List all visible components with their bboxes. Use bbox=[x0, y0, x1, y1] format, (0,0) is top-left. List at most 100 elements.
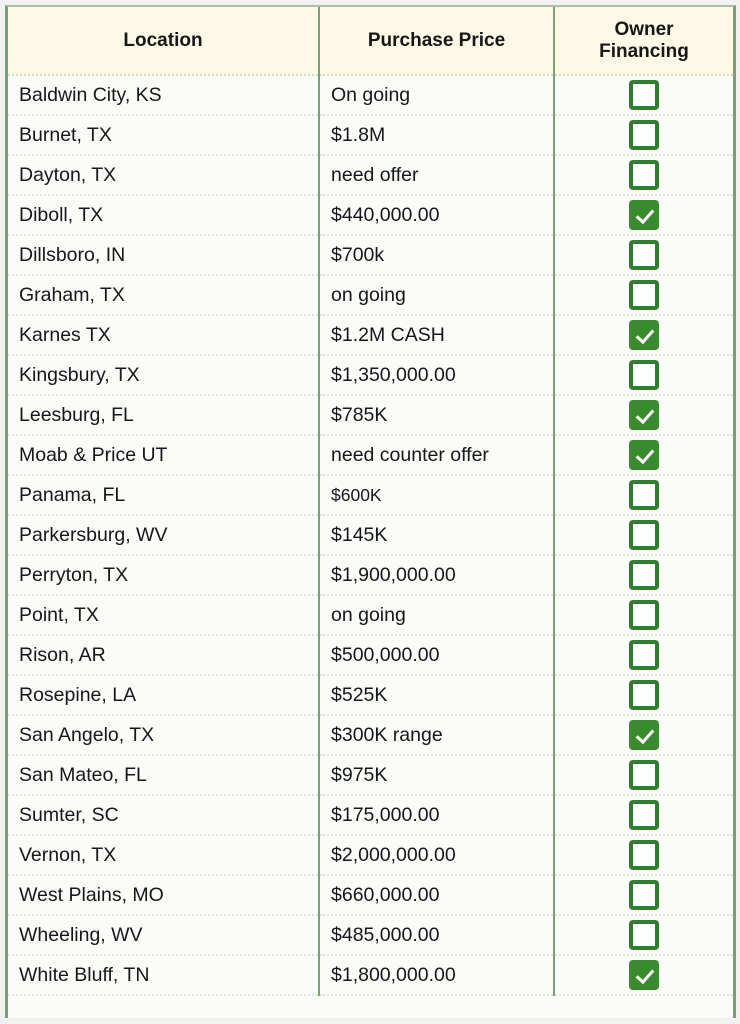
header-row: Location Purchase Price Owner Financing bbox=[8, 7, 733, 76]
checkbox-unchecked-icon[interactable] bbox=[629, 680, 659, 710]
cell-location: Kingsbury, TX bbox=[8, 355, 320, 396]
table-row: Point, TX on going bbox=[8, 595, 733, 636]
cell-purchase-price: $1,350,000.00 bbox=[319, 355, 555, 396]
cell-purchase-price: on going bbox=[319, 595, 555, 636]
cell-purchase-price: $1,800,000.00 bbox=[319, 955, 555, 996]
table-row: Graham, TX on going bbox=[8, 275, 733, 316]
cell-owner-financing bbox=[554, 915, 733, 956]
checkbox-checked-icon[interactable] bbox=[629, 440, 659, 470]
cell-purchase-price: $700k bbox=[319, 235, 555, 276]
cell-owner-financing bbox=[554, 315, 733, 356]
cell-owner-financing bbox=[554, 435, 733, 476]
table-row: Diboll, TX $440,000.00 bbox=[8, 195, 733, 236]
table-row: Karnes TX $1.2M CASH bbox=[8, 315, 733, 356]
table-body: Baldwin City, KS On going Burnet, TX $1.8M D… bbox=[8, 75, 733, 996]
checkbox-unchecked-icon[interactable] bbox=[629, 760, 659, 790]
cell-purchase-price: $145K bbox=[319, 515, 555, 556]
cell-owner-financing bbox=[554, 875, 733, 916]
table-row: San Mateo, FL $975K bbox=[8, 755, 733, 796]
table-row: White Bluff, TN $1,800,000.00 bbox=[8, 955, 733, 996]
checkbox-checked-icon[interactable] bbox=[629, 320, 659, 350]
cell-location: Dillsboro, IN bbox=[8, 235, 320, 276]
cell-location: Moab & Price UT bbox=[8, 435, 320, 476]
cell-location: Leesburg, FL bbox=[8, 395, 320, 436]
cell-owner-financing bbox=[554, 715, 733, 756]
cell-owner-financing bbox=[554, 595, 733, 636]
cell-location: Panama, FL bbox=[8, 475, 320, 516]
cell-purchase-price: $300K range bbox=[319, 715, 555, 756]
cell-location: Point, TX bbox=[8, 595, 320, 636]
table-row: Parkersburg, WV $145K bbox=[8, 515, 733, 556]
cell-owner-financing bbox=[554, 755, 733, 796]
cell-owner-financing bbox=[554, 795, 733, 836]
table-row: West Plains, MO $660,000.00 bbox=[8, 875, 733, 916]
table-row: Rosepine, LA $525K bbox=[8, 675, 733, 716]
cell-purchase-price: on going bbox=[319, 275, 555, 316]
cell-owner-financing bbox=[554, 395, 733, 436]
cell-location: Perryton, TX bbox=[8, 555, 320, 596]
checkbox-checked-icon[interactable] bbox=[629, 400, 659, 430]
checkbox-unchecked-icon[interactable] bbox=[629, 920, 659, 950]
cell-location: Graham, TX bbox=[8, 275, 320, 316]
checkbox-checked-icon[interactable] bbox=[629, 200, 659, 230]
property-table-container: Location Purchase Price Owner Financing … bbox=[5, 5, 736, 1018]
table-row: San Angelo, TX $300K range bbox=[8, 715, 733, 756]
cell-owner-financing bbox=[554, 195, 733, 236]
cell-location: Diboll, TX bbox=[8, 195, 320, 236]
cell-owner-financing bbox=[554, 155, 733, 196]
cell-purchase-price: $1,900,000.00 bbox=[319, 555, 555, 596]
cell-purchase-price: $660,000.00 bbox=[319, 875, 555, 916]
checkbox-unchecked-icon[interactable] bbox=[629, 800, 659, 830]
cell-purchase-price: $785K bbox=[319, 395, 555, 436]
cell-purchase-price: $440,000.00 bbox=[319, 195, 555, 236]
cell-location: Wheeling, WV bbox=[8, 915, 320, 956]
checkbox-checked-icon[interactable] bbox=[629, 720, 659, 750]
cell-location: Rison, AR bbox=[8, 635, 320, 676]
checkbox-unchecked-icon[interactable] bbox=[629, 520, 659, 550]
table-row: Dillsboro, IN $700k bbox=[8, 235, 733, 276]
checkbox-unchecked-icon[interactable] bbox=[629, 560, 659, 590]
checkbox-unchecked-icon[interactable] bbox=[629, 240, 659, 270]
cell-purchase-price: $975K bbox=[319, 755, 555, 796]
checkbox-unchecked-icon[interactable] bbox=[629, 120, 659, 150]
cell-owner-financing bbox=[554, 75, 733, 116]
cell-owner-financing bbox=[554, 475, 733, 516]
property-table: Location Purchase Price Owner Financing … bbox=[8, 7, 733, 996]
cell-purchase-price: $1.2M CASH bbox=[319, 315, 555, 356]
cell-purchase-price: $485,000.00 bbox=[319, 915, 555, 956]
table-row: Kingsbury, TX $1,350,000.00 bbox=[8, 355, 733, 396]
table-row: Rison, AR $500,000.00 bbox=[8, 635, 733, 676]
table-row: Panama, FL $600K bbox=[8, 475, 733, 516]
cell-location: Baldwin City, KS bbox=[8, 75, 320, 116]
cell-purchase-price: $500,000.00 bbox=[319, 635, 555, 676]
cell-location: Vernon, TX bbox=[8, 835, 320, 876]
checkbox-unchecked-icon[interactable] bbox=[629, 600, 659, 630]
cell-purchase-price: need counter offer bbox=[319, 435, 555, 476]
checkbox-unchecked-icon[interactable] bbox=[629, 360, 659, 390]
checkbox-unchecked-icon[interactable] bbox=[629, 160, 659, 190]
cell-location: San Angelo, TX bbox=[8, 715, 320, 756]
checkbox-checked-icon[interactable] bbox=[629, 960, 659, 990]
cell-location: Karnes TX bbox=[8, 315, 320, 356]
checkbox-unchecked-icon[interactable] bbox=[629, 640, 659, 670]
table-row: Perryton, TX $1,900,000.00 bbox=[8, 555, 733, 596]
cell-purchase-price: $600K bbox=[319, 475, 555, 516]
cell-owner-financing bbox=[554, 635, 733, 676]
cell-location: Sumter, SC bbox=[8, 795, 320, 836]
checkbox-unchecked-icon[interactable] bbox=[629, 80, 659, 110]
cell-location: Parkersburg, WV bbox=[8, 515, 320, 556]
table-row: Vernon, TX $2,000,000.00 bbox=[8, 835, 733, 876]
cell-purchase-price: $525K bbox=[319, 675, 555, 716]
cell-location: West Plains, MO bbox=[8, 875, 320, 916]
cell-location: Rosepine, LA bbox=[8, 675, 320, 716]
page-background: Location Purchase Price Owner Financing … bbox=[0, 0, 740, 1024]
checkbox-unchecked-icon[interactable] bbox=[629, 880, 659, 910]
cell-owner-financing bbox=[554, 235, 733, 276]
cell-owner-financing bbox=[554, 955, 733, 996]
checkbox-unchecked-icon[interactable] bbox=[629, 840, 659, 870]
cell-owner-financing bbox=[554, 275, 733, 316]
checkbox-unchecked-icon[interactable] bbox=[629, 280, 659, 310]
checkbox-unchecked-icon[interactable] bbox=[629, 480, 659, 510]
cell-owner-financing bbox=[554, 675, 733, 716]
table-row: Moab & Price UT need counter offer bbox=[8, 435, 733, 476]
